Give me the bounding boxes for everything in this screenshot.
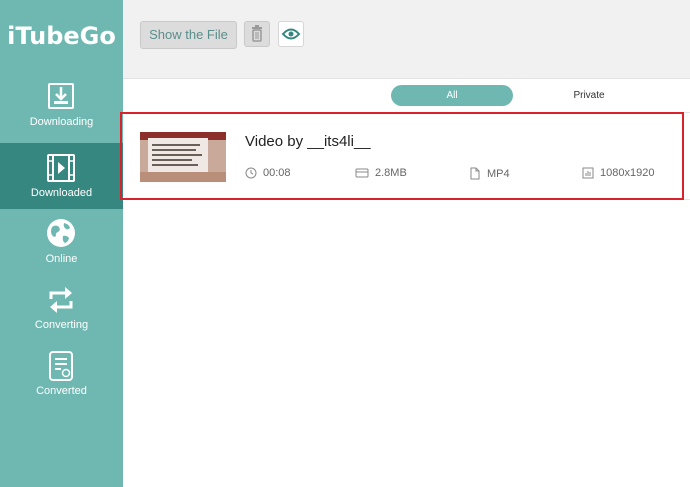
eye-icon: [281, 28, 301, 40]
globe-icon: [47, 219, 75, 247]
file-size: 2.8MB: [355, 167, 407, 179]
trash-icon: [252, 25, 262, 42]
sidebar-item-label: Downloaded: [30, 187, 93, 199]
show-file-button[interactable]: Show the File: [140, 21, 237, 49]
sidebar-item-converting[interactable]: Converting: [0, 275, 123, 341]
sidebar-item-label: Converting: [34, 319, 89, 331]
file-format: MP4: [469, 167, 510, 180]
file-size-value: 2.8MB: [375, 167, 407, 179]
storage-icon: [355, 168, 369, 178]
film-icon: [47, 154, 75, 182]
sidebar: iTubeGo Downloading Downloaded Online Co…: [0, 0, 123, 487]
resolution: 1080x1920: [582, 167, 654, 179]
duration: 00:08: [245, 167, 291, 179]
sidebar-item-online[interactable]: Online: [0, 209, 123, 275]
resolution-value: 1080x1920: [600, 167, 655, 179]
file-icon: [470, 167, 480, 180]
filter-bar: All Private: [123, 79, 690, 113]
preview-button[interactable]: [278, 21, 304, 47]
video-thumbnail[interactable]: [140, 132, 226, 182]
bar-chart-icon: [582, 167, 594, 179]
delete-button[interactable]: [244, 21, 270, 47]
sidebar-item-label: Downloading: [29, 116, 94, 128]
sidebar-item-label: Online: [45, 253, 78, 265]
convert-icon: [49, 287, 73, 313]
tab-private[interactable]: Private: [549, 85, 629, 106]
tab-all[interactable]: All: [391, 85, 513, 106]
sidebar-item-downloaded[interactable]: Downloaded: [0, 143, 123, 209]
download-icon: [48, 83, 74, 109]
duration-value: 00:08: [263, 167, 291, 179]
video-title: Video by __its4li__: [245, 133, 371, 150]
sidebar-item-downloading[interactable]: Downloading: [0, 72, 123, 138]
document-icon: [49, 351, 73, 381]
sidebar-item-label: Converted: [36, 385, 87, 397]
list-item[interactable]: Video by __its4li__ 00:08 2.8MB MP4 1080…: [123, 113, 690, 200]
clock-icon: [245, 167, 257, 179]
toolbar: Show the File: [123, 0, 690, 79]
app-logo: iTubeGo: [7, 22, 116, 50]
file-format-value: MP4: [487, 167, 510, 180]
sidebar-item-converted[interactable]: Converted: [0, 341, 123, 407]
